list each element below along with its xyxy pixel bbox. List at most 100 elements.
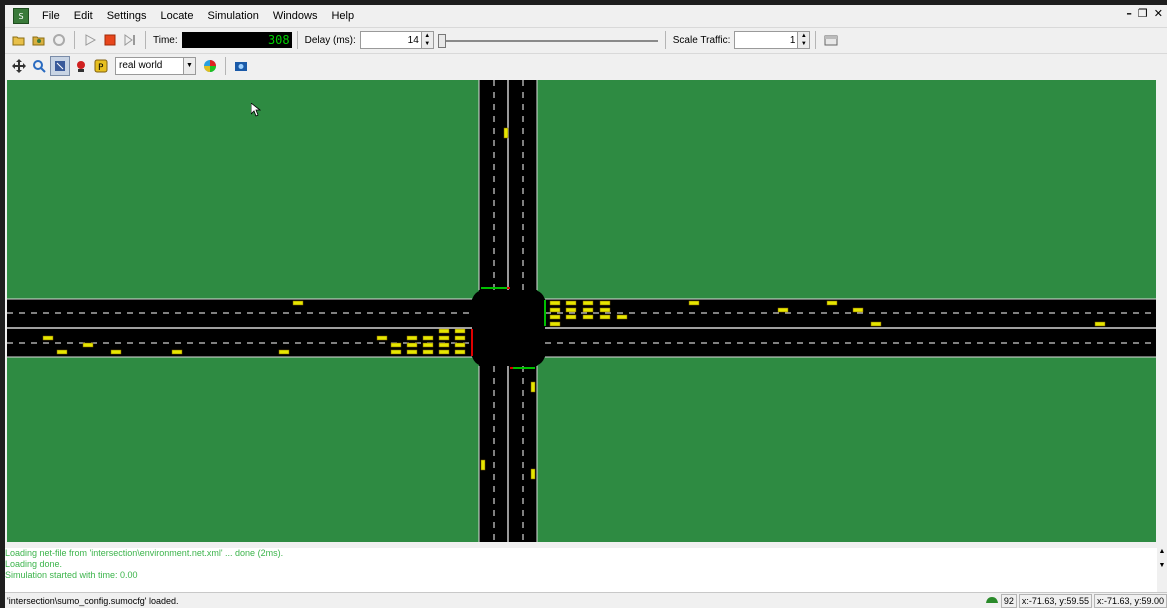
vehicle[interactable]: [406, 342, 418, 348]
menu-file[interactable]: File: [35, 5, 67, 27]
vehicle[interactable]: [688, 300, 700, 306]
vehicle[interactable]: [438, 342, 450, 348]
recenter-view-icon[interactable]: [10, 57, 28, 75]
log-scrollbar[interactable]: ▲ ▼: [1157, 548, 1167, 592]
vehicle[interactable]: [110, 349, 122, 355]
vehicle[interactable]: [599, 300, 611, 306]
vehicle[interactable]: [565, 300, 577, 306]
minimize-icon[interactable]: –: [1126, 7, 1132, 20]
restore-icon[interactable]: ❐: [1138, 7, 1148, 20]
vehicle[interactable]: [826, 300, 838, 306]
vehicle[interactable]: [454, 342, 466, 348]
vehicle[interactable]: [438, 349, 450, 355]
vehicle[interactable]: [599, 314, 611, 320]
vehicle[interactable]: [565, 314, 577, 320]
locate-vehicle-icon[interactable]: [72, 57, 90, 75]
sumo-gui-window: S File Edit Settings Locate Simulation W…: [5, 5, 1167, 608]
vehicle[interactable]: [549, 307, 561, 313]
vehicle[interactable]: [82, 342, 94, 348]
vehicle[interactable]: [390, 342, 402, 348]
vehicle[interactable]: [422, 342, 434, 348]
spinner-arrows-icon[interactable]: ▲ ▼: [420, 32, 433, 48]
vehicle[interactable]: [582, 307, 594, 313]
vehicle[interactable]: [503, 127, 509, 139]
vehicle[interactable]: [56, 349, 68, 355]
cursor-coords-geo: x:-71.63, y:59.00: [1093, 593, 1167, 608]
vehicle[interactable]: [438, 335, 450, 341]
screenshot-icon[interactable]: [232, 57, 250, 75]
vehicle[interactable]: [616, 314, 628, 320]
vehicle-count-icon: [985, 595, 999, 606]
color-scheme-value: real world: [119, 60, 163, 71]
slider-thumb[interactable]: [437, 34, 446, 48]
vehicle[interactable]: [549, 300, 561, 306]
mouse-cursor-icon: [250, 102, 262, 120]
scale-traffic-spinner[interactable]: 1 ▲ ▼: [734, 31, 811, 49]
reload-icon[interactable]: [50, 31, 68, 49]
vehicle[interactable]: [406, 335, 418, 341]
vehicle[interactable]: [565, 307, 577, 313]
vehicle[interactable]: [549, 314, 561, 320]
toolbar-divider: [225, 57, 226, 75]
menu-simulation[interactable]: Simulation: [200, 5, 265, 27]
vehicle[interactable]: [530, 381, 536, 393]
zoom-icon[interactable]: [30, 57, 48, 75]
junction: [472, 290, 545, 366]
vehicle[interactable]: [480, 459, 486, 471]
vehicle[interactable]: [292, 300, 304, 306]
vehicle[interactable]: [599, 307, 611, 313]
vehicle[interactable]: [582, 314, 594, 320]
open-simulation-icon[interactable]: [10, 31, 28, 49]
vehicle[interactable]: [852, 307, 864, 313]
cursor-coords: x:-71.63, y:59.55: [1018, 593, 1092, 608]
menu-edit[interactable]: Edit: [67, 5, 100, 27]
vehicle[interactable]: [1094, 321, 1106, 327]
delay-label: Delay (ms):: [304, 34, 356, 46]
locate-junction-icon[interactable]: [50, 56, 70, 76]
toolbar-divider: [664, 31, 666, 49]
vehicle[interactable]: [376, 335, 388, 341]
vehicle[interactable]: [454, 335, 466, 341]
delay-spinner[interactable]: 14 ▲ ▼: [359, 31, 434, 49]
edit-coloring-icon[interactable]: [201, 57, 219, 75]
vehicle[interactable]: [422, 335, 434, 341]
vehicle[interactable]: [171, 349, 183, 355]
toolbar-divider: [815, 31, 817, 49]
vehicle[interactable]: [454, 349, 466, 355]
vehicle[interactable]: [530, 468, 536, 480]
vehicle[interactable]: [406, 349, 418, 355]
vehicle[interactable]: [454, 328, 466, 334]
vehicle[interactable]: [278, 349, 290, 355]
step-icon[interactable]: [121, 31, 139, 49]
delay-slider[interactable]: [437, 32, 660, 48]
menu-help[interactable]: Help: [324, 5, 361, 27]
menu-settings[interactable]: Settings: [100, 5, 154, 27]
vehicle-count: 92: [1000, 593, 1017, 608]
time-display: 308: [181, 32, 292, 48]
vehicle[interactable]: [422, 349, 434, 355]
app-icon: S: [13, 8, 29, 24]
open-network-icon[interactable]: [30, 31, 48, 49]
vehicle[interactable]: [582, 300, 594, 306]
slider-track: [445, 40, 658, 42]
breakpoint-icon[interactable]: [822, 31, 840, 49]
menu-windows[interactable]: Windows: [266, 5, 325, 27]
toolbar-divider: [296, 31, 298, 49]
spinner-arrows-icon[interactable]: ▲ ▼: [797, 32, 810, 48]
log-line: Loading net-file from 'intersection\envi…: [5, 548, 284, 558]
vehicle[interactable]: [870, 321, 882, 327]
vehicle[interactable]: [549, 321, 561, 327]
vehicle[interactable]: [390, 349, 402, 355]
color-scheme-select[interactable]: real world ▼: [115, 57, 196, 75]
log-line: Simulation started with time: 0.00: [5, 570, 138, 580]
locate-poi-icon[interactable]: P: [92, 57, 110, 75]
stop-icon[interactable]: [101, 31, 119, 49]
menu-locate[interactable]: Locate: [153, 5, 200, 27]
vehicle[interactable]: [42, 335, 54, 341]
chevron-down-icon[interactable]: ▼: [183, 58, 195, 74]
vehicle[interactable]: [438, 328, 450, 334]
close-icon[interactable]: ✕: [1154, 7, 1163, 20]
simulation-canvas[interactable]: 0 10m: [7, 80, 1156, 542]
run-icon[interactable]: [81, 31, 99, 49]
vehicle[interactable]: [777, 307, 789, 313]
